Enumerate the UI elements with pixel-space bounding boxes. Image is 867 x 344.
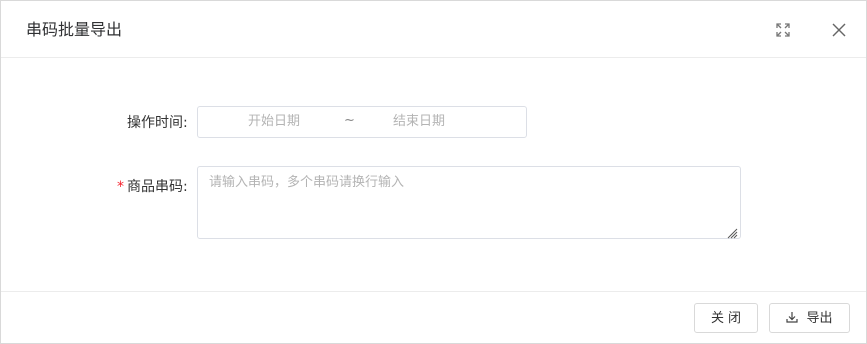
date-range-separator: ~ <box>344 113 355 128</box>
product-code-placeholder: 请输入串码，多个串码请换行输入 <box>209 175 405 190</box>
product-code-label-text: 商品串码: <box>127 179 188 195</box>
export-button[interactable]: 导出 <box>769 303 850 333</box>
dialog-footer: 关闭 导出 <box>1 291 866 344</box>
close-icon[interactable] <box>831 22 847 38</box>
resize-handle-icon[interactable] <box>726 224 738 239</box>
product-code-label: * 商品串码: <box>117 178 188 196</box>
export-button-label: 导出 <box>806 311 833 326</box>
operation-time-label: 操作时间: <box>127 115 188 131</box>
date-range-picker[interactable]: 开始日期 ~ 结束日期 <box>197 106 527 138</box>
start-date-input[interactable]: 开始日期 <box>248 114 300 130</box>
end-date-input[interactable]: 结束日期 <box>393 114 445 130</box>
dialog-header: 串码批量导出 <box>1 1 866 58</box>
dialog-title: 串码批量导出 <box>26 20 123 39</box>
batch-export-dialog: 串码批量导出 操作时间: 开始日期 ~ 结束日期 * 商品串码: 请输入串码，多… <box>0 0 867 344</box>
download-icon <box>786 311 799 323</box>
close-button[interactable]: 关闭 <box>694 303 758 333</box>
maximize-icon[interactable] <box>775 22 791 38</box>
product-code-textarea[interactable]: 请输入串码，多个串码请换行输入 <box>197 166 741 239</box>
required-mark: * <box>117 179 124 195</box>
